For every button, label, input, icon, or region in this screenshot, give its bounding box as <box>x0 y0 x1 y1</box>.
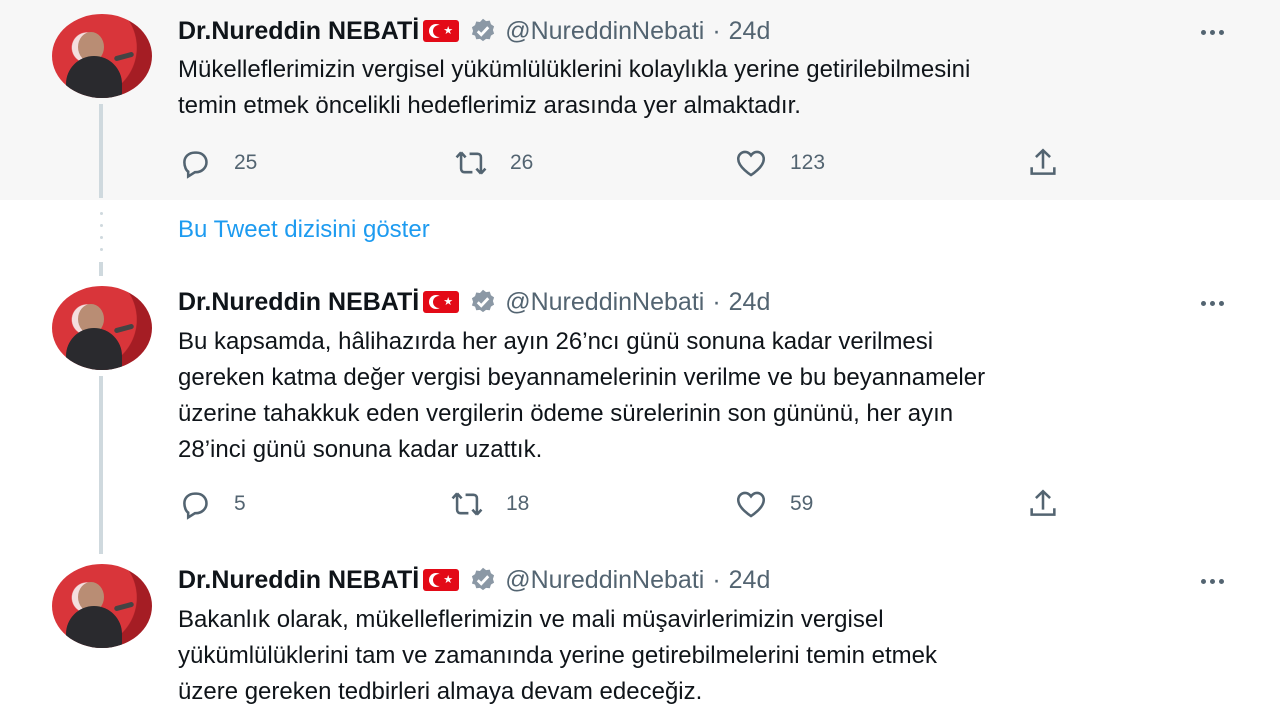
show-thread-link[interactable]: Bu Tweet dizisini göster <box>178 216 430 244</box>
author-name[interactable]: Dr.Nureddin NEBATİ <box>178 17 419 46</box>
retweet-count: 18 <box>506 492 530 515</box>
retweet-count: 26 <box>510 151 534 174</box>
tweet-header: Dr.Nureddin NEBATİ ★ @NureddinNebati · 2… <box>178 285 770 319</box>
reply-button[interactable]: 25 <box>178 145 257 181</box>
thread-line <box>99 262 103 276</box>
tweet-text: Bu kapsamda, hâlihazırda her ayın 26’ncı… <box>178 324 1218 468</box>
separator: · <box>712 565 721 594</box>
tweet-text-line: Mükelleflerimizin vergisel yükümlülükler… <box>178 56 971 83</box>
author-name[interactable]: Dr.Nureddin NEBATİ <box>178 288 419 317</box>
tweet-text: Bakanlık olarak, mükelleflerimizin ve ma… <box>178 602 1218 710</box>
more-options-icon[interactable] <box>1190 569 1234 593</box>
tweet-actions: 5 18 59 <box>178 486 1078 522</box>
retweet-button[interactable]: 18 <box>450 486 529 522</box>
tweet-actions: 25 26 123 <box>178 145 1078 181</box>
more-options-icon[interactable] <box>1190 291 1234 315</box>
share-button[interactable] <box>1026 145 1060 181</box>
like-count: 59 <box>790 492 814 515</box>
more-options-icon[interactable] <box>1190 20 1234 44</box>
reply-icon <box>183 151 208 179</box>
like-button[interactable]: 123 <box>734 145 825 181</box>
verified-badge-icon <box>472 18 495 42</box>
tweet-text-line: yükümlülüklerini tam ve zamanında yerine… <box>178 642 937 669</box>
reply-icon <box>183 492 208 520</box>
heart-icon <box>736 150 766 177</box>
thread-dots <box>100 212 103 260</box>
tweet-text-line: Bu kapsamda, hâlihazırda her ayın 26’ncı… <box>178 328 934 355</box>
tweet-text-line: 28’inci günü sonuna kadar uzattık. <box>178 436 543 463</box>
thread-line <box>99 376 103 554</box>
share-icon <box>1030 148 1056 175</box>
share-button[interactable] <box>1026 486 1060 522</box>
avatar[interactable] <box>52 14 152 98</box>
reply-count: 5 <box>234 492 246 515</box>
turkey-flag-icon: ★ <box>423 291 460 313</box>
author-handle[interactable]: @NureddinNebati <box>505 566 704 595</box>
retweet-icon <box>455 151 487 175</box>
share-icon <box>1030 489 1056 516</box>
author-name[interactable]: Dr.Nureddin NEBATİ <box>178 566 419 595</box>
verified-badge-icon <box>472 567 495 591</box>
tweet-header: Dr.Nureddin NEBATİ ★ @NureddinNebati · 2… <box>178 14 770 48</box>
like-button[interactable]: 59 <box>734 486 813 522</box>
tweet-text-line: üzere gereken tedbirleri almaya devam ed… <box>178 678 703 705</box>
tweet-text-line: temin etmek öncelikli hedeflerimiz arası… <box>178 92 801 119</box>
retweet-icon <box>451 492 483 516</box>
heart-icon <box>736 491 766 518</box>
avatar[interactable] <box>52 286 152 370</box>
timestamp[interactable]: 24d <box>729 17 771 46</box>
separator: · <box>712 287 721 316</box>
avatar[interactable] <box>52 564 152 648</box>
tweet-text-line: üzerine tahakkuk eden vergilerin ödeme s… <box>178 400 954 427</box>
like-count: 123 <box>790 151 826 174</box>
author-handle[interactable]: @NureddinNebati <box>505 17 704 46</box>
tweet-text-line: Bakanlık olarak, mükelleflerimizin ve ma… <box>178 606 884 633</box>
verified-badge-icon <box>472 289 495 313</box>
tweet-header: Dr.Nureddin NEBATİ ★ @NureddinNebati · 2… <box>178 563 770 597</box>
retweet-button[interactable]: 26 <box>454 145 533 181</box>
thread-line <box>99 104 103 198</box>
separator: · <box>712 16 721 45</box>
author-handle[interactable]: @NureddinNebati <box>505 288 704 317</box>
timestamp[interactable]: 24d <box>729 288 771 317</box>
reply-button[interactable]: 5 <box>178 486 246 522</box>
turkey-flag-icon: ★ <box>423 20 460 42</box>
tweet-text-line: gereken katma değer vergisi beyannameler… <box>178 364 986 391</box>
turkey-flag-icon: ★ <box>423 569 460 591</box>
tweet-text: Mükelleflerimizin vergisel yükümlülükler… <box>178 52 1218 124</box>
timestamp[interactable]: 24d <box>729 566 771 595</box>
reply-count: 25 <box>234 151 258 174</box>
